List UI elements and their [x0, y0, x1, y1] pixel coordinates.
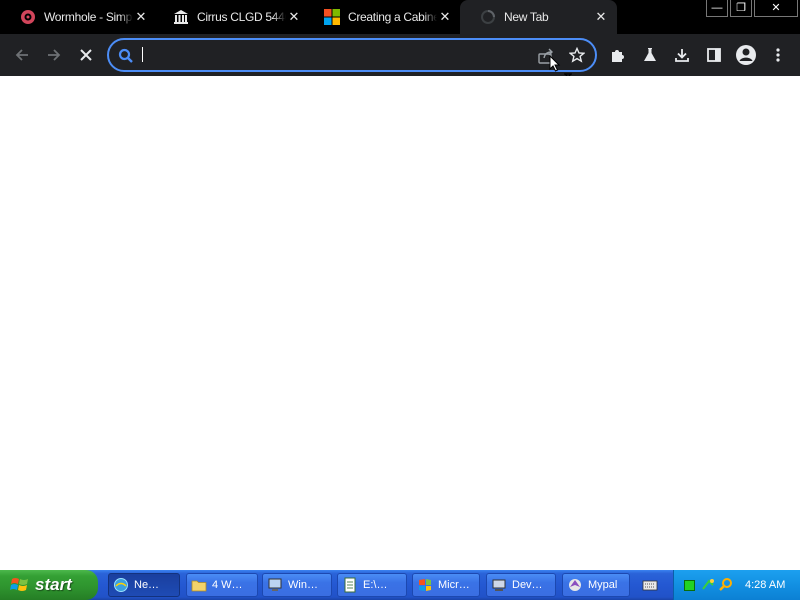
tab-strip: Wormhole - Simple ✕ Cirrus CLGD 5446 ✕ C… — [0, 0, 800, 34]
tab-title: Creating a Cabinet — [348, 10, 437, 24]
mypal-icon — [567, 577, 583, 593]
wormhole-icon — [20, 9, 36, 25]
network-status-icon[interactable] — [684, 579, 695, 591]
safely-remove-icon[interactable] — [701, 577, 715, 594]
taskbar-button-notepad[interactable]: E:\… — [337, 573, 407, 597]
restore-button[interactable]: ❐ — [730, 0, 752, 17]
taskbar-button-label: Micr… — [438, 579, 470, 591]
tab-cirrus[interactable]: Cirrus CLGD 5446 ✕ — [153, 0, 310, 34]
microsoft-icon — [324, 9, 340, 25]
taskbar-button-newtab[interactable]: Ne… — [108, 573, 180, 597]
taskbar-button-win[interactable]: Win… — [262, 573, 332, 597]
tab-new-tab[interactable]: New Tab ✕ — [460, 0, 617, 34]
taskbar-button-label: Ne… — [134, 579, 160, 591]
stop-icon[interactable] — [72, 34, 100, 76]
tab-title: Cirrus CLGD 5446 — [197, 10, 286, 24]
tab-title: New Tab — [504, 10, 549, 24]
address-input[interactable] — [141, 46, 521, 64]
menu-icon[interactable] — [764, 34, 792, 76]
forward-icon[interactable] — [40, 34, 68, 76]
taskbar-button-mypal[interactable]: Mypal — [562, 573, 630, 597]
address-bar[interactable] — [107, 38, 597, 72]
computer-icon — [267, 577, 283, 593]
tab-wormhole[interactable]: Wormhole - Simple ✕ — [0, 0, 157, 34]
microsoft-icon — [417, 577, 433, 593]
notepad-icon — [342, 577, 358, 593]
profile-icon[interactable] — [732, 34, 760, 76]
windows-flag-icon — [10, 576, 30, 594]
taskbar-button-device-manager[interactable]: Dev… — [486, 573, 556, 597]
side-panel-icon[interactable] — [700, 34, 728, 76]
museum-icon — [173, 9, 189, 25]
taskbar-button-label: Mypal — [588, 579, 618, 591]
tab-creating-cabinet[interactable]: Creating a Cabinet ✕ — [304, 0, 461, 34]
download-icon[interactable] — [668, 34, 696, 76]
clock: 4:28 AM — [745, 579, 786, 591]
taskbar: start Ne… 4 W… ▼ Win… E:\… Micr… — [0, 570, 800, 600]
tab-close-icon[interactable]: ✕ — [133, 9, 149, 25]
back-icon[interactable] — [8, 34, 36, 76]
search-tray-icon[interactable] — [719, 577, 733, 594]
dropdown-arrow-icon[interactable]: ▼ — [257, 581, 258, 590]
taskbar-button-microsoft[interactable]: Micr… — [412, 573, 480, 597]
taskbar-button-label: Dev… — [512, 579, 543, 591]
tab-close-icon[interactable]: ✕ — [593, 9, 609, 25]
close-window-button[interactable]: ✕ — [754, 0, 798, 17]
device-manager-icon — [491, 577, 507, 593]
labs-icon[interactable] — [636, 34, 664, 76]
start-button[interactable]: start — [0, 570, 98, 600]
taskbar-button-label: E:\… — [363, 579, 388, 591]
tab-close-icon[interactable]: ✕ — [286, 9, 302, 25]
taskbar-button-label: 4 W… — [212, 579, 243, 591]
page-content — [0, 76, 800, 570]
minimize-button[interactable]: — — [706, 0, 728, 17]
browser-toolbar — [0, 34, 800, 76]
folder-icon — [191, 577, 207, 593]
taskbar-button-label: Win… — [288, 579, 318, 591]
start-label: start — [35, 575, 72, 594]
text-caret — [142, 47, 143, 62]
taskbar-button-explorer-group[interactable]: 4 W… ▼ — [186, 573, 258, 597]
window-controls: — ❐ ✕ — [704, 0, 798, 18]
tab-close-icon[interactable]: ✕ — [437, 9, 453, 25]
keyboard-icon[interactable] — [642, 578, 658, 597]
loading-icon — [480, 9, 496, 25]
system-tray: 4:28 AM — [673, 570, 800, 600]
ie-icon — [113, 577, 129, 593]
tab-title: Wormhole - Simple — [44, 10, 133, 24]
search-icon — [118, 48, 134, 69]
extensions-icon[interactable] — [604, 34, 632, 76]
